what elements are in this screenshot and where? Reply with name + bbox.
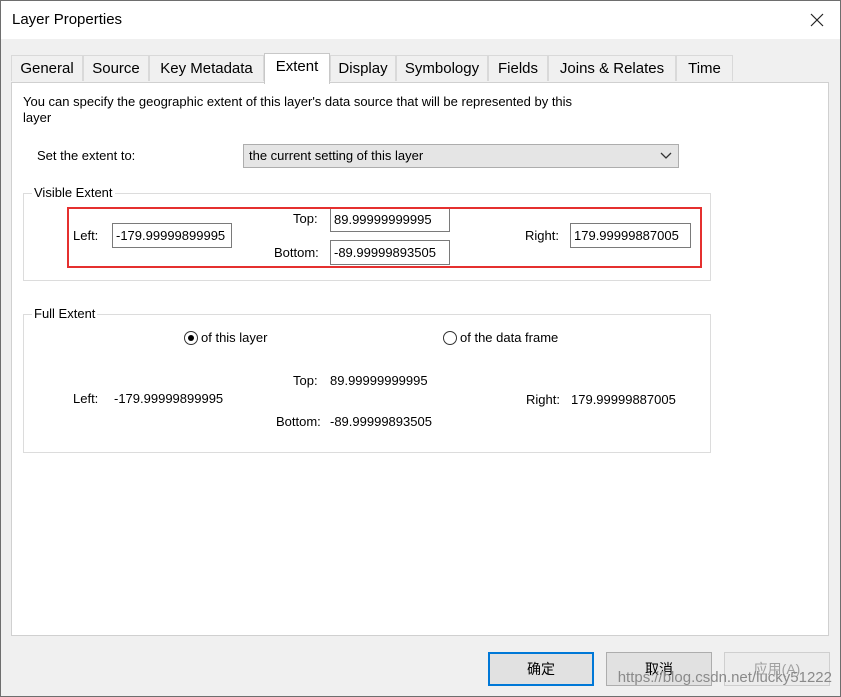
- tab-extent[interactable]: Extent: [264, 53, 330, 84]
- layer-properties-dialog: Layer Properties General Source Key Meta…: [0, 0, 841, 697]
- set-extent-dropdown[interactable]: the current setting of this layer: [243, 144, 679, 168]
- title-bar: Layer Properties: [1, 1, 840, 39]
- extent-panel: You can specify the geographic extent of…: [11, 82, 829, 636]
- full-top-label: Top:: [293, 373, 318, 388]
- tab-joins-relates[interactable]: Joins & Relates: [548, 55, 676, 81]
- set-extent-value: the current setting of this layer: [249, 148, 424, 163]
- highlight-box: [67, 207, 702, 268]
- tab-key-metadata[interactable]: Key Metadata: [149, 55, 264, 81]
- radio-unchecked-icon: [443, 330, 457, 345]
- tab-symbology[interactable]: Symbology: [396, 55, 488, 81]
- window-title: Layer Properties: [12, 11, 123, 28]
- radio-of-this-layer-label: of this layer: [201, 330, 268, 345]
- full-extent-legend: Full Extent: [32, 306, 98, 321]
- set-extent-label: Set the extent to:: [37, 148, 136, 163]
- ok-button[interactable]: 确定: [488, 652, 594, 686]
- radio-of-this-layer[interactable]: of this layer: [184, 330, 267, 345]
- close-icon: [810, 13, 824, 27]
- full-top-value: 89.99999999995: [330, 373, 428, 388]
- full-right-label: Right:: [526, 392, 560, 407]
- tab-general[interactable]: General: [11, 55, 83, 81]
- full-bottom-label: Bottom:: [276, 414, 321, 429]
- tab-display[interactable]: Display: [330, 55, 396, 81]
- full-bottom-value: -89.99999893505: [330, 414, 432, 429]
- radio-of-the-data-frame-label: of the data frame: [460, 330, 559, 345]
- close-button[interactable]: [794, 1, 840, 39]
- watermark: https://blog.csdn.net/lucky51222: [617, 669, 832, 686]
- full-left-label: Left:: [73, 391, 99, 406]
- tab-time[interactable]: Time: [676, 55, 733, 81]
- extent-description: You can specify the geographic extent of…: [23, 94, 573, 125]
- full-right-value: 179.99999887005: [571, 392, 676, 407]
- radio-checked-icon: [184, 330, 198, 345]
- visible-extent-legend: Visible Extent: [32, 185, 115, 200]
- tab-fields[interactable]: Fields: [488, 55, 548, 81]
- full-left-value: -179.99999899995: [114, 391, 224, 406]
- tab-source[interactable]: Source: [83, 55, 149, 81]
- chevron-down-icon: [660, 152, 672, 159]
- radio-of-the-data-frame[interactable]: of the data frame: [443, 330, 558, 345]
